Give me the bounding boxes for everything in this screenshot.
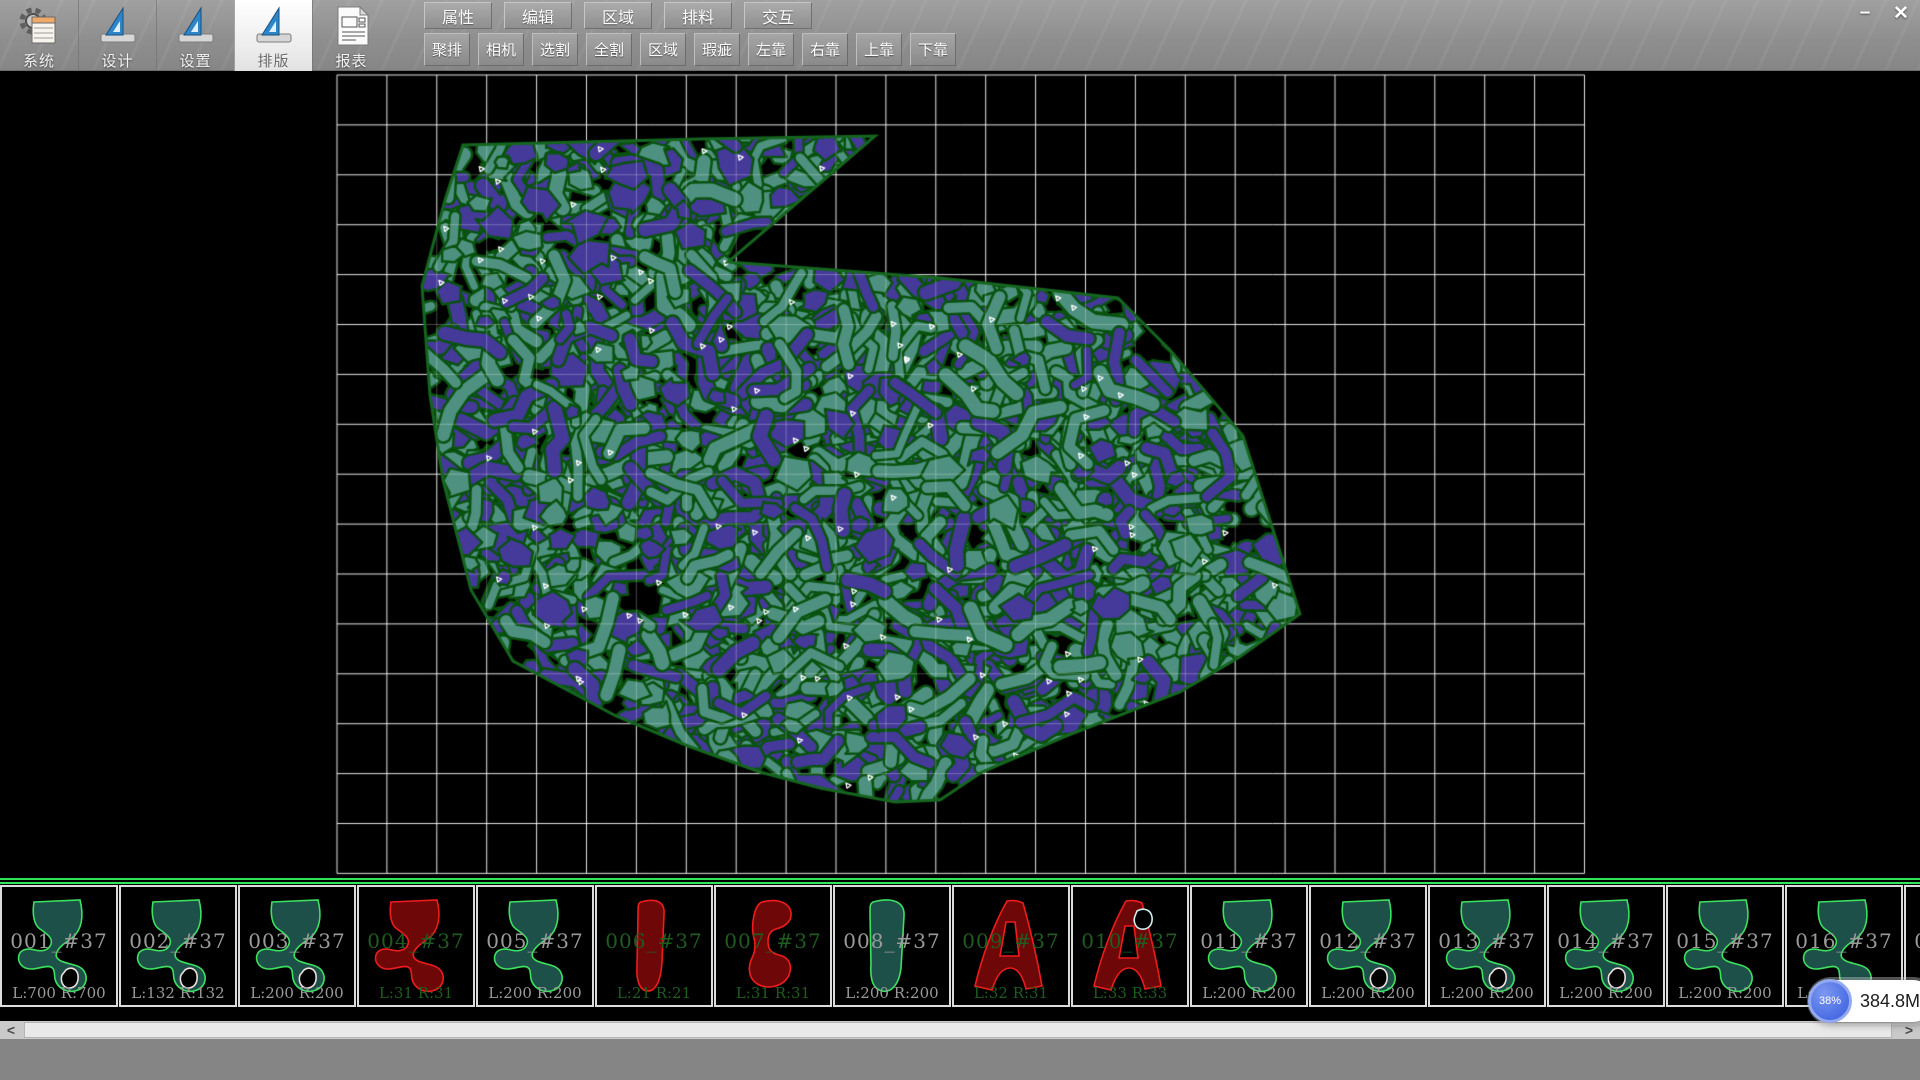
menu-tab-nesting[interactable]: 排料 [664, 2, 732, 29]
scroll-left-icon[interactable]: < [0, 1021, 22, 1039]
piece-count-label: L:200 R:200 [1311, 984, 1425, 1002]
piece-id-label: 016_#37 [1787, 929, 1901, 953]
menu-tab-properties[interactable]: 属性 [424, 2, 492, 29]
settings-button[interactable]: 设置 [156, 0, 234, 71]
settings-ruler-icon [174, 4, 218, 48]
piece-count-label: L:700 R:700 [2, 984, 116, 1002]
piece-id-label: 003_#37 [240, 929, 354, 953]
piece-thumbnail[interactable]: 011_#37 L:200 R:200 [1190, 885, 1308, 1007]
piece-id-label: 007_#37 [716, 929, 830, 953]
tool-button-bar: 聚排 相机 选割 全割 区域 瑕疵 左靠 右靠 上靠 下靠 [424, 33, 956, 66]
nesting-ruler-icon [252, 4, 296, 48]
report-button-label: 报表 [335, 50, 367, 71]
progress-percent: 38% [1819, 995, 1841, 1007]
piece-thumbnail[interactable]: 015_#37 L:200 R:200 [1666, 885, 1784, 1007]
tool-align-left[interactable]: 左靠 [748, 33, 794, 66]
piece-id-label: 017_#37 [1906, 929, 1920, 953]
tool-align-right[interactable]: 右靠 [802, 33, 848, 66]
piece-thumbnail[interactable]: 009_#37 L:32 R:31 [952, 885, 1070, 1007]
window-controls: – ✕ [1850, 2, 1916, 24]
system-button-label: 系统 [23, 50, 55, 71]
piece-count-label: L:33 R:33 [1073, 984, 1187, 1002]
piece-count-label: L:200 R:200 [478, 984, 592, 1002]
piece-count-label: L:132 R:132 [121, 984, 235, 1002]
piece-count-label: L:32 R:31 [954, 984, 1068, 1002]
piece-count-label: L:31 R:31 [716, 984, 830, 1002]
piece-id-label: 005_#37 [478, 929, 592, 953]
tool-cut-all[interactable]: 全割 [586, 33, 632, 66]
app-window: 系统 设计 [0, 0, 1920, 1080]
design-button[interactable]: 设计 [78, 0, 156, 71]
piece-count-label: L:200 R:200 [1192, 984, 1306, 1002]
tool-cluster-nest[interactable]: 聚排 [424, 33, 470, 66]
system-button[interactable]: 系统 [0, 0, 78, 71]
piece-thumbnail[interactable]: 014_#37 L:200 R:200 [1547, 885, 1665, 1007]
piece-id-label: 011_#37 [1192, 929, 1306, 953]
menu-tab-bar: 属性 编辑 区域 排料 交互 [424, 2, 812, 29]
close-icon[interactable]: ✕ [1886, 2, 1916, 24]
tool-align-bottom[interactable]: 下靠 [910, 33, 956, 66]
piece-count-label: L:200 R:200 [1549, 984, 1663, 1002]
piece-thumbnail[interactable]: 001_#37 L:700 R:700 [0, 885, 118, 1007]
tool-defect[interactable]: 瑕疵 [694, 33, 740, 66]
tool-camera[interactable]: 相机 [478, 33, 524, 66]
piece-thumbnail[interactable]: 008_#37 L:200 R:200 [833, 885, 951, 1007]
piece-count-label: L:200 R:200 [1430, 984, 1544, 1002]
menu-tab-region[interactable]: 区域 [584, 2, 652, 29]
tool-align-top[interactable]: 上靠 [856, 33, 902, 66]
strip-rule-top [0, 878, 1920, 880]
nesting-button-label: 排版 [257, 50, 289, 71]
piece-count-label: L:31 R:31 [359, 984, 473, 1002]
piece-thumbnail[interactable]: 013_#37 L:200 R:200 [1428, 885, 1546, 1007]
main-button-bar: 系统 设计 [0, 0, 390, 71]
strip-rule-bottom [0, 882, 1920, 884]
piece-thumbnail[interactable]: 003_#37 L:200 R:200 [238, 885, 356, 1007]
piece-id-label: 002_#37 [121, 929, 235, 953]
tool-region[interactable]: 区域 [640, 33, 686, 66]
minimize-icon[interactable]: – [1850, 2, 1880, 24]
horizontal-scrollbar[interactable]: < > [0, 1021, 1920, 1039]
piece-thumbnail[interactable]: 007_#37 L:31 R:31 [714, 885, 832, 1007]
piece-thumbnail[interactable]: 010_#37 L:33 R:33 [1071, 885, 1189, 1007]
piece-thumbnail[interactable]: 002_#37 L:132 R:132 [119, 885, 237, 1007]
settings-button-label: 设置 [179, 50, 211, 71]
piece-count-label: L:200 R:200 [835, 984, 949, 1002]
ribbon: 系统 设计 [0, 0, 1920, 71]
piece-id-label: 001_#37 [2, 929, 116, 953]
piece-thumbnail[interactable]: 004_#37 L:31 R:31 [357, 885, 475, 1007]
progress-circle: 38% [1808, 979, 1852, 1023]
piece-id-label: 015_#37 [1668, 929, 1782, 953]
progress-size-label: 384.8M [1860, 991, 1920, 1012]
report-button[interactable]: 报表 [312, 0, 390, 71]
piece-id-label: 006_#37 [597, 929, 711, 953]
piece-thumbnail[interactable]: 005_#37 L:200 R:200 [476, 885, 594, 1007]
piece-thumbnail-strip: 001_#37 L:700 R:700 002_#37 L:132 R:132 … [0, 878, 1920, 1021]
download-progress-badge[interactable]: 38% 384.8M [1810, 980, 1920, 1022]
scroll-right-icon[interactable]: > [1898, 1021, 1920, 1039]
piece-thumbnail-list: 001_#37 L:700 R:700 002_#37 L:132 R:132 … [0, 885, 1920, 1007]
design-button-label: 设计 [101, 50, 133, 71]
piece-count-label: L:200 R:200 [240, 984, 354, 1002]
nesting-canvas[interactable] [0, 71, 1920, 878]
piece-id-label: 009_#37 [954, 929, 1068, 953]
piece-id-label: 008_#37 [835, 929, 949, 953]
piece-id-label: 014_#37 [1549, 929, 1663, 953]
piece-id-label: 012_#37 [1311, 929, 1425, 953]
tool-cut-selected[interactable]: 选割 [532, 33, 578, 66]
piece-id-label: 013_#37 [1430, 929, 1544, 953]
scrollbar-thumb[interactable] [24, 1022, 1892, 1038]
status-bar [0, 1039, 1920, 1080]
piece-thumbnail[interactable]: 012_#37 L:200 R:200 [1309, 885, 1427, 1007]
piece-id-label: 010_#37 [1073, 929, 1187, 953]
report-doc-icon [330, 4, 374, 48]
system-gear-icon [17, 4, 61, 48]
design-ruler-icon [96, 4, 140, 48]
piece-count-label: L:21 R:21 [597, 984, 711, 1002]
piece-id-label: 004_#37 [359, 929, 473, 953]
piece-count-label: L:200 R:200 [1668, 984, 1782, 1002]
menu-tab-edit[interactable]: 编辑 [504, 2, 572, 29]
menu-tab-interact[interactable]: 交互 [744, 2, 812, 29]
nesting-button[interactable]: 排版 [234, 0, 312, 71]
piece-thumbnail[interactable]: 006_#37 L:21 R:21 [595, 885, 713, 1007]
